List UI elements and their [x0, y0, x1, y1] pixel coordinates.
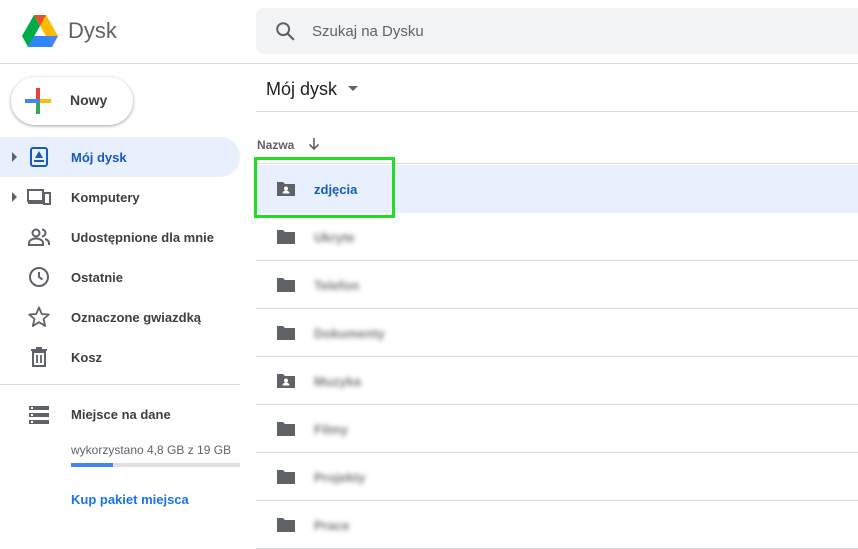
sidebar-item-label: Oznaczone gwiazdką	[71, 310, 202, 325]
search-icon[interactable]	[274, 20, 296, 42]
file-row[interactable]: Dokumenty	[256, 309, 858, 357]
sidebar-item-label: Ostatnie	[71, 270, 124, 285]
file-name: Filmy	[314, 422, 348, 437]
column-header: Nazwa	[256, 112, 858, 164]
sort-arrow-down-icon[interactable]	[307, 137, 321, 151]
column-name-header[interactable]: Nazwa	[257, 138, 294, 152]
sidebar-item-trash[interactable]: Kosz	[0, 337, 240, 377]
shared-folder-icon	[276, 371, 296, 391]
sidebar-item-computers[interactable]: Komputery	[0, 177, 240, 217]
sidebar-item-label: Komputery	[71, 190, 140, 205]
drive-logo-icon[interactable]	[22, 14, 58, 48]
sidebar-item-shared-with-me[interactable]: Udostępnione dla mnie	[0, 217, 240, 257]
storage-label[interactable]: Miejsce na dane	[71, 407, 171, 422]
expand-caret-icon[interactable]	[12, 152, 17, 162]
star-icon	[28, 306, 50, 327]
storage-used-text: wykorzystano 4,8 GB z 19 GB	[71, 443, 232, 457]
file-name: Projekty	[314, 470, 366, 485]
file-row[interactable]: Projekty	[256, 453, 858, 501]
folder-icon	[276, 515, 296, 535]
storage-progress-bar	[71, 463, 240, 467]
page-title[interactable]: Mój dysk	[266, 79, 337, 100]
folder-icon	[276, 275, 296, 295]
clock-icon	[29, 267, 49, 287]
folder-icon	[276, 323, 296, 343]
title-dropdown-caret-icon[interactable]	[348, 86, 358, 91]
expand-caret-icon[interactable]	[12, 192, 17, 202]
file-name: Ukryte	[314, 230, 355, 245]
sidebar-item-my-drive[interactable]: Mój dysk	[0, 137, 240, 177]
shared-people-icon	[28, 228, 50, 246]
file-row[interactable]: Ukryte	[256, 213, 858, 261]
file-row[interactable]: Filmy	[256, 405, 858, 453]
sidebar-item-label: Mój dysk	[71, 150, 127, 165]
file-row[interactable]: Telefon	[256, 261, 858, 309]
sidebar-item-starred[interactable]: Oznaczone gwiazdką	[0, 297, 240, 337]
storage-icon	[29, 406, 49, 424]
search-input[interactable]	[312, 8, 832, 54]
file-row[interactable]: Muzyka	[256, 357, 858, 405]
brand-name: Dysk	[68, 18, 117, 43]
trash-icon	[31, 347, 47, 367]
file-row[interactable]: Prace	[256, 501, 858, 549]
sidebar-item-label: Kosz	[71, 350, 103, 365]
file-name: Muzyka	[314, 374, 361, 389]
sidebar-item-label: Udostępnione dla mnie	[71, 230, 215, 245]
main-title-row: Mój dysk	[256, 64, 858, 112]
computers-icon	[27, 189, 51, 205]
folder-icon	[276, 467, 296, 487]
buy-storage-link[interactable]: Kup pakiet miejsca	[71, 492, 189, 507]
folder-icon	[276, 227, 296, 247]
file-name: Telefon	[314, 278, 360, 293]
search-box[interactable]	[256, 8, 858, 54]
storage-progress-fill	[71, 463, 114, 467]
sidebar-item-recent[interactable]: Ostatnie	[0, 257, 240, 297]
sidebar-divider	[0, 384, 240, 385]
file-name: Dokumenty	[314, 326, 385, 341]
folder-icon	[276, 419, 296, 439]
top-bar: Dysk	[0, 0, 858, 64]
file-name: Prace	[314, 518, 350, 533]
file-name: zdjęcia	[314, 182, 358, 197]
my-drive-icon	[30, 147, 48, 167]
new-button[interactable]: Nowy	[11, 77, 133, 125]
shared-folder-icon	[276, 179, 296, 199]
new-button-label: Nowy	[70, 92, 108, 108]
plus-icon	[25, 88, 51, 114]
file-row[interactable]: zdjęcia	[256, 165, 858, 213]
